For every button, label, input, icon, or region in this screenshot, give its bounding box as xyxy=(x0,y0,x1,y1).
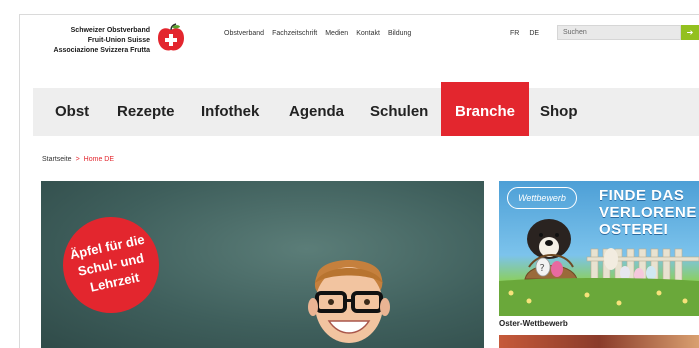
hero-banner[interactable]: Äpfel für die Schul- und Lehrzeit xyxy=(41,181,484,348)
topnav-obstverband[interactable]: Obstverband xyxy=(224,30,264,37)
apple-cross-icon[interactable] xyxy=(156,23,186,53)
top-navigation: Obstverband Fachzeitschrift Medien Konta… xyxy=(224,30,411,37)
nav-obst[interactable]: Obst xyxy=(55,88,89,136)
logo-text[interactable]: Schweizer Obstverband Fruit-Union Suisse… xyxy=(30,26,150,56)
nav-branche[interactable]: Branche xyxy=(441,82,530,136)
svg-text:?: ? xyxy=(540,263,545,274)
dog-easter-basket-image: ? xyxy=(499,219,699,316)
logo-line: Associazione Svizzera Frutta xyxy=(53,47,150,54)
search-input[interactable]: Suchen xyxy=(557,25,681,40)
breadcrumb-home[interactable]: Startseite xyxy=(42,156,72,163)
breadcrumb-current: Home DE xyxy=(83,156,115,163)
nav-agenda[interactable]: Agenda xyxy=(289,88,344,136)
breadcrumb-separator: > xyxy=(75,156,80,163)
easter-contest-teaser[interactable]: Wettbewerb FINDE DAS VERLORENE OSTEREI ? xyxy=(499,181,699,316)
language-switcher: FR DE xyxy=(510,30,539,37)
lang-de[interactable]: DE xyxy=(529,30,539,37)
logo-line: Fruit-Union Suisse xyxy=(87,37,150,44)
boy-with-glasses-image xyxy=(308,260,390,343)
nav-schulen[interactable]: Schulen xyxy=(370,88,428,136)
lang-fr[interactable]: FR xyxy=(510,30,519,37)
breadcrumb: Startseite > Home DE xyxy=(42,156,114,163)
nav-shop[interactable]: Shop xyxy=(540,88,578,136)
nav-infothek[interactable]: Infothek xyxy=(201,88,259,136)
main-navigation: Obst Rezepte Infothek Agenda Schulen Bra… xyxy=(33,82,699,136)
topnav-bildung[interactable]: Bildung xyxy=(388,30,411,37)
logo-line: Schweizer Obstverband xyxy=(70,27,150,34)
nav-rezepte[interactable]: Rezepte xyxy=(117,88,175,136)
topnav-medien[interactable]: Medien xyxy=(325,30,348,37)
second-teaser-image[interactable] xyxy=(499,335,699,348)
search-button[interactable]: ➔ xyxy=(681,25,699,40)
topnav-kontakt[interactable]: Kontakt xyxy=(356,30,380,37)
hero-badge[interactable]: Äpfel für die Schul- und Lehrzeit xyxy=(54,208,168,322)
topnav-fachzeitschrift[interactable]: Fachzeitschrift xyxy=(272,30,317,37)
promo-caption[interactable]: Oster-Wettbewerb xyxy=(499,319,568,328)
